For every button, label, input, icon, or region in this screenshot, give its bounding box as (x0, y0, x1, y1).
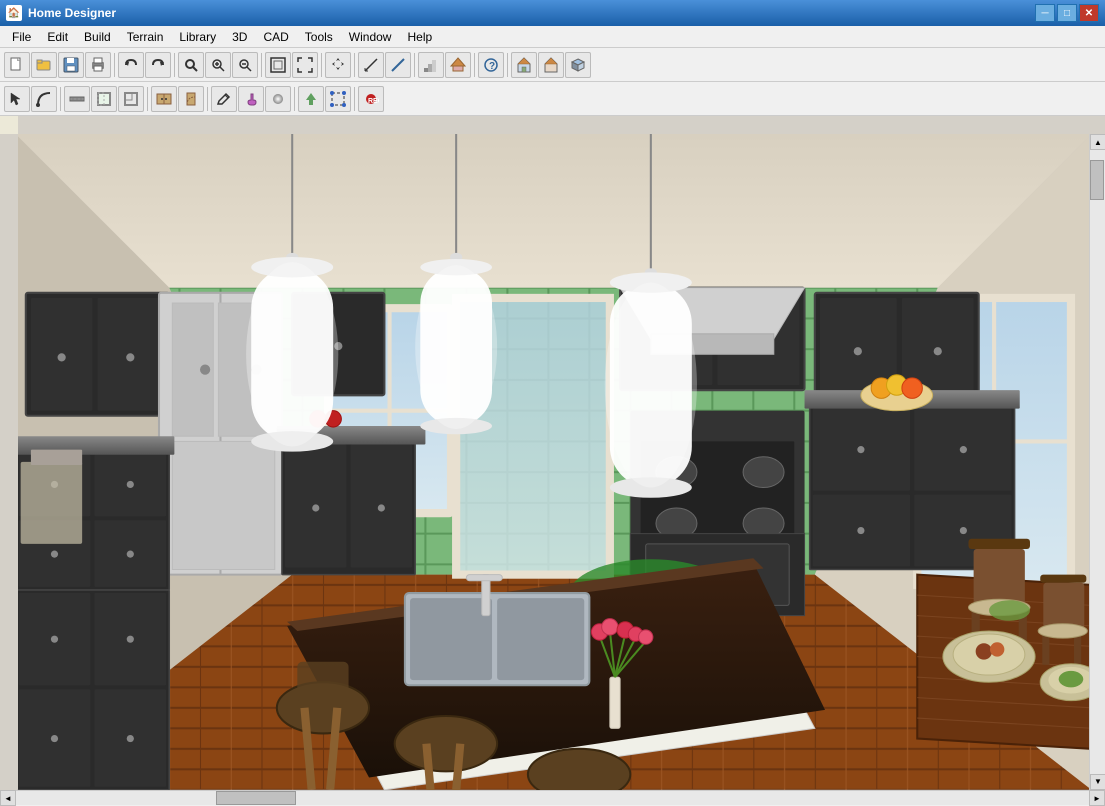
help-button[interactable]: ? (478, 52, 504, 78)
menu-file[interactable]: File (4, 28, 39, 46)
menu-tools[interactable]: Tools (297, 28, 341, 46)
toolbar-1: ? (0, 48, 1105, 82)
new-button[interactable] (4, 52, 30, 78)
menu-bar: File Edit Build Terrain Library 3D CAD T… (0, 26, 1105, 48)
floor-plan-button[interactable] (118, 86, 144, 112)
toolbar2-separator-2 (147, 87, 148, 111)
measure-button[interactable] (358, 52, 384, 78)
fullscreen-button[interactable] (292, 52, 318, 78)
menu-edit[interactable]: Edit (39, 28, 76, 46)
toolbar-separator-3 (261, 53, 262, 77)
scroll-left-button[interactable]: ◄ (0, 790, 16, 806)
pan-button[interactable] (325, 52, 351, 78)
scroll-down-button[interactable]: ▼ (1090, 774, 1105, 790)
maximize-button[interactable]: □ (1057, 4, 1077, 22)
window-controls: ─ □ ✕ (1035, 4, 1099, 22)
toolbar-separator-7 (474, 53, 475, 77)
draw-arc-button[interactable] (31, 86, 57, 112)
move-up-button[interactable] (298, 86, 324, 112)
scroll-track-horizontal[interactable] (16, 791, 1089, 805)
door-button[interactable] (178, 86, 204, 112)
wall-button[interactable] (64, 86, 90, 112)
menu-cad[interactable]: CAD (255, 28, 296, 46)
toolbar-separator-4 (321, 53, 322, 77)
canvas-area[interactable] (18, 134, 1089, 790)
close-button[interactable]: ✕ (1079, 4, 1099, 22)
scrollbar-vertical[interactable]: ▲ ▼ (1089, 134, 1105, 790)
main-area: ▲ ▼ ◄ ► (0, 116, 1105, 780)
svg-text:?: ? (489, 61, 495, 72)
scroll-thumb-vertical[interactable] (1090, 160, 1104, 200)
material-button[interactable] (265, 86, 291, 112)
redo-button[interactable] (145, 52, 171, 78)
ruler-top (18, 116, 1105, 134)
edit-object-button[interactable] (211, 86, 237, 112)
menu-3d[interactable]: 3D (224, 28, 255, 46)
cabinet-button[interactable] (151, 86, 177, 112)
print-button[interactable] (85, 52, 111, 78)
zoom-out-button[interactable] (232, 52, 258, 78)
transform-button[interactable] (325, 86, 351, 112)
build-stairs-button[interactable] (418, 52, 444, 78)
home-interior-button[interactable] (511, 52, 537, 78)
roof-button[interactable] (445, 52, 471, 78)
menu-library[interactable]: Library (171, 28, 224, 46)
menu-build[interactable]: Build (76, 28, 119, 46)
toolbar-2: REC (0, 82, 1105, 116)
menu-help[interactable]: Help (399, 28, 440, 46)
line-draw-button[interactable] (385, 52, 411, 78)
scroll-thumb-horizontal[interactable] (216, 791, 296, 805)
kitchen-render (18, 134, 1089, 790)
title-bar: 🏠 Home Designer ─ □ ✕ (0, 0, 1105, 26)
ruler-left (0, 134, 18, 790)
toolbar-separator-8 (507, 53, 508, 77)
toolbar2-separator-3 (207, 87, 208, 111)
toolbar-separator-2 (174, 53, 175, 77)
paint-tool-button[interactable] (238, 86, 264, 112)
toolbar2-separator-1 (60, 87, 61, 111)
toolbar2-separator-5 (354, 87, 355, 111)
find-button[interactable] (178, 52, 204, 78)
toolbar-separator-5 (354, 53, 355, 77)
home-exterior-button[interactable] (538, 52, 564, 78)
menu-window[interactable]: Window (341, 28, 400, 46)
window-title: Home Designer (28, 6, 1035, 20)
3d-view-button[interactable] (565, 52, 591, 78)
zoom-in-button[interactable] (205, 52, 231, 78)
toolbar-separator-1 (114, 53, 115, 77)
app-icon: 🏠 (6, 5, 22, 21)
save-button[interactable] (58, 52, 84, 78)
scroll-right-button[interactable]: ► (1089, 790, 1105, 806)
record-button[interactable]: REC (358, 86, 384, 112)
scrollbar-horizontal[interactable]: ◄ ► (0, 790, 1105, 806)
svg-text:REC: REC (368, 98, 379, 105)
toolbar-separator-6 (414, 53, 415, 77)
menu-terrain[interactable]: Terrain (119, 28, 172, 46)
undo-button[interactable] (118, 52, 144, 78)
minimize-button[interactable]: ─ (1035, 4, 1055, 22)
select-objects-button[interactable] (4, 86, 30, 112)
fit-window-button[interactable] (265, 52, 291, 78)
toolbar2-separator-4 (294, 87, 295, 111)
scroll-track-vertical[interactable] (1090, 150, 1105, 774)
scroll-up-button[interactable]: ▲ (1090, 134, 1105, 150)
room-button[interactable] (91, 86, 117, 112)
open-button[interactable] (31, 52, 57, 78)
